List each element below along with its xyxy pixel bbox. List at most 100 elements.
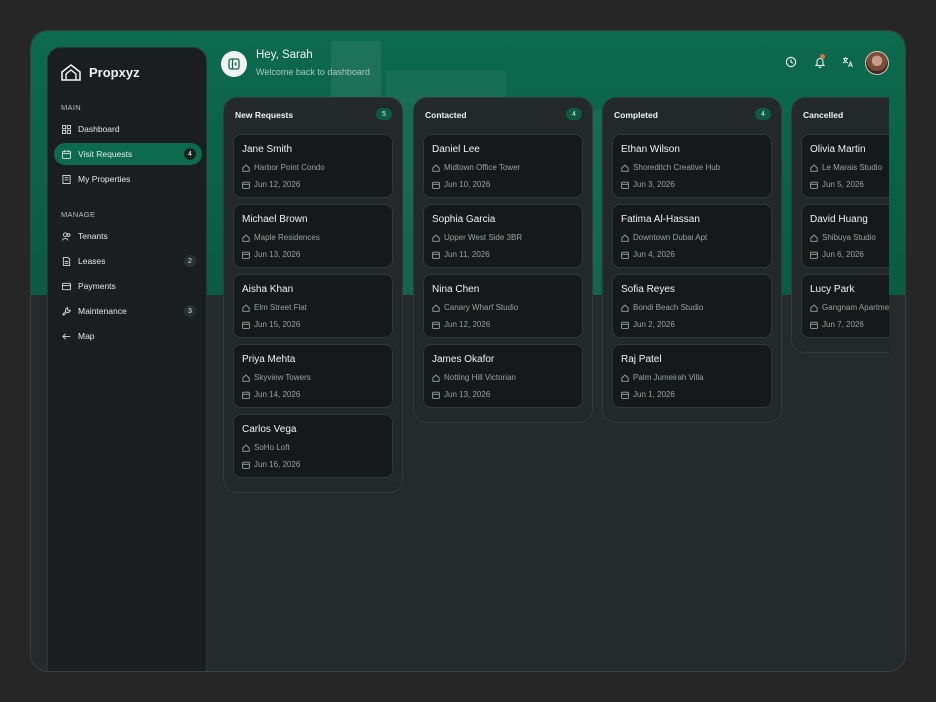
property-line: Shibuya Studio	[810, 233, 876, 242]
home-icon	[810, 303, 818, 312]
sidebar-item-map[interactable]: Map	[54, 325, 202, 347]
requester-name: Michael Brown	[242, 214, 308, 225]
property-name: Le Marais Studio	[822, 163, 883, 172]
requester-name: Lucy Park	[810, 284, 855, 295]
calendar-icon	[242, 251, 250, 259]
property-line: Canary Wharf Studio	[432, 303, 518, 312]
visit-request-card[interactable]: Aisha Khan Elm Street Flat Jun 15, 2026	[233, 274, 393, 338]
count-badge: 4	[184, 148, 196, 160]
visit-request-card[interactable]: Ethan Wilson Shoreditch Creative Hub Jun 3…	[612, 134, 772, 198]
home-icon	[432, 233, 440, 242]
sidebar-item-label: My Properties	[78, 174, 131, 184]
house-logo-icon	[61, 63, 81, 81]
app-window: Propxyz MAIN Dashboard Visit Requests 4 …	[30, 30, 906, 672]
visit-request-card[interactable]: Jane Smith Harbor Point Condo Jun 12, 2026	[233, 134, 393, 198]
greeting: Hey, Sarah	[256, 49, 313, 61]
sidebar-toggle-button[interactable]	[221, 51, 247, 77]
visit-request-card[interactable]: Daniel Lee Midtown Office Tower Jun 10, 20…	[423, 134, 583, 198]
calendar-icon	[432, 251, 440, 259]
calendar-icon	[810, 181, 818, 189]
property-line: SoHo Loft	[242, 443, 290, 452]
property-name: Downtown Dubai Apt	[633, 233, 708, 242]
sidebar-item-tenants[interactable]: Tenants	[54, 225, 202, 247]
requester-name: Priya Mehta	[242, 354, 296, 365]
welcome-subtitle: Welcome back to dashboard	[256, 67, 370, 77]
home-icon	[432, 163, 440, 172]
sidebar-item-leases[interactable]: Leases 2	[54, 250, 202, 272]
calendar-icon	[432, 321, 440, 329]
date-line: Jun 15, 2026	[242, 320, 300, 329]
sidebar-item-label: Tenants	[78, 231, 108, 241]
date-line: Jun 10, 2026	[432, 180, 490, 189]
requester-name: Aisha Khan	[242, 284, 294, 295]
property-name: SoHo Loft	[254, 443, 290, 452]
visit-request-card[interactable]: David Huang Shibuya Studio Jun 6, 2026	[801, 204, 889, 268]
column-title: Contacted	[425, 110, 467, 120]
requester-name: Carlos Vega	[242, 424, 297, 435]
property-name: Shibuya Studio	[822, 233, 876, 242]
visit-request-card[interactable]: Olivia Martin Le Marais Studio Jun 5, 2026	[801, 134, 889, 198]
visit-request-card[interactable]: Nina Chen Canary Wharf Studio Jun 12, 2026	[423, 274, 583, 338]
column-title: Completed	[614, 110, 658, 120]
date-line: Jun 11, 2026	[432, 250, 490, 259]
kanban-column-completed: Completed 4 Ethan Wilson Shoreditch Creativ…	[602, 97, 782, 423]
sidebar-item-payments[interactable]: Payments	[54, 275, 202, 297]
visit-request-card[interactable]: Sophia Garcia Upper West Side 3BR Jun 11, …	[423, 204, 583, 268]
home-icon	[242, 443, 250, 452]
home-icon	[432, 303, 440, 312]
section-label-main: MAIN	[61, 103, 81, 112]
visit-date: Jun 10, 2026	[444, 180, 491, 189]
requester-name: David Huang	[810, 214, 868, 225]
visit-date: Jun 7, 2026	[822, 320, 864, 329]
calendar-icon	[242, 391, 250, 399]
arrow-left-icon	[62, 332, 71, 340]
clock-icon[interactable]	[785, 56, 797, 68]
property-line: Palm Jumeirah Villa	[621, 373, 704, 382]
home-icon	[621, 373, 629, 382]
home-icon	[621, 233, 629, 242]
calendar-icon	[621, 321, 629, 329]
visit-request-card[interactable]: James Okafor Notting Hill Victorian Jun 13…	[423, 344, 583, 408]
calendar-icon	[432, 181, 440, 189]
kanban-column-contacted: Contacted 4 Daniel Lee Midtown Office Tower…	[413, 97, 593, 423]
sidebar-item-dashboard[interactable]: Dashboard	[54, 118, 202, 140]
property-line: Gangnam Apartment	[810, 303, 889, 312]
sidebar-item-visit-requests[interactable]: Visit Requests 4	[54, 143, 202, 165]
sidebar-item-label: Map	[78, 331, 95, 341]
card-icon	[62, 282, 71, 290]
date-line: Jun 16, 2026	[242, 460, 300, 469]
property-line: Maple Residences	[242, 233, 320, 242]
visit-request-card[interactable]: Lucy Park Gangnam Apartment Jun 7, 2026	[801, 274, 889, 338]
section-label-manage: MANAGE	[61, 210, 96, 219]
visit-request-card[interactable]: Priya Mehta Skyview Towers Jun 14, 2026	[233, 344, 393, 408]
kanban-column-new-requests: New Requests 5 Jane Smith Harbor Point Cond…	[223, 97, 403, 493]
requester-name: James Okafor	[432, 354, 495, 365]
date-line: Jun 3, 2026	[621, 180, 675, 189]
visit-date: Jun 3, 2026	[633, 180, 675, 189]
visit-request-card[interactable]: Fatima Al-Hassan Downtown Dubai Apt Jun 4,…	[612, 204, 772, 268]
date-line: Jun 5, 2026	[810, 180, 864, 189]
sidebar-item-my-properties[interactable]: My Properties	[54, 168, 202, 190]
sidebar-item-maintenance[interactable]: Maintenance 3	[54, 300, 202, 322]
translate-icon[interactable]	[842, 56, 854, 68]
date-line: Jun 13, 2026	[242, 250, 300, 259]
property-name: Elm Street Flat	[254, 303, 307, 312]
property-name: Canary Wharf Studio	[444, 303, 519, 312]
property-line: Le Marais Studio	[810, 163, 882, 172]
property-name: Upper West Side 3BR	[444, 233, 523, 242]
visit-request-card[interactable]: Michael Brown Maple Residences Jun 13, 202…	[233, 204, 393, 268]
visit-request-card[interactable]: Sofia Reyes Bondi Beach Studio Jun 2, 2026	[612, 274, 772, 338]
property-name: Palm Jumeirah Villa	[633, 373, 704, 382]
property-name: Midtown Office Tower	[444, 163, 521, 172]
kanban-board: New Requests 5 Jane Smith Harbor Point Cond…	[223, 97, 889, 671]
requester-name: Sophia Garcia	[432, 214, 496, 225]
property-name: Gangnam Apartment	[822, 303, 889, 312]
brand[interactable]: Propxyz	[61, 62, 140, 82]
calendar-icon	[242, 321, 250, 329]
visit-request-card[interactable]: Carlos Vega SoHo Loft Jun 16, 2026	[233, 414, 393, 478]
avatar[interactable]	[865, 51, 889, 75]
calendar-icon	[432, 391, 440, 399]
sidebar-item-label: Dashboard	[78, 124, 120, 134]
date-line: Jun 7, 2026	[810, 320, 864, 329]
visit-request-card[interactable]: Raj Patel Palm Jumeirah Villa Jun 1, 2026	[612, 344, 772, 408]
